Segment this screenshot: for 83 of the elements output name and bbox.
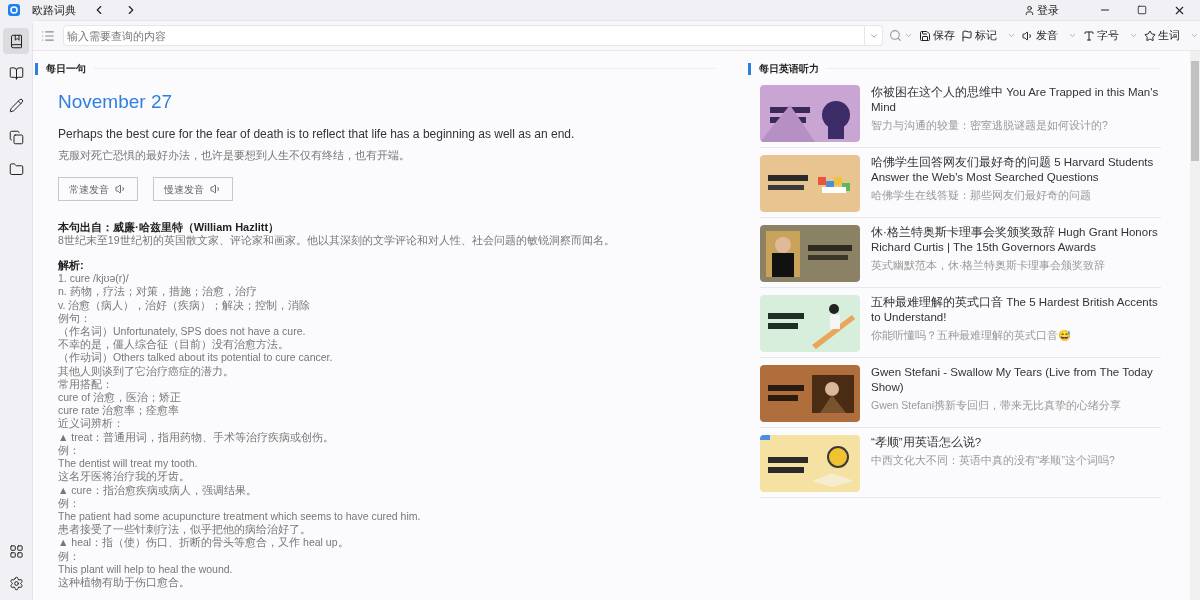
daily-sentence: Perhaps the best cure for the fear of death is to reflect that life has a beginning as well as an end. [58, 125, 576, 143]
analysis-line: n. 药物，疗法；对策，措施；治愈，治疗 [58, 285, 258, 299]
sidebar-item[interactable] [3, 28, 29, 54]
sound-icon [115, 183, 127, 196]
analysis-line: This plant will help to heal the wound. [58, 562, 234, 576]
analysis-line: （作动词）Others talked about its potential to cure cancer. [58, 351, 334, 365]
analysis-line: （作名词）Unfortunately, SPS does not have a cure. [58, 325, 307, 339]
analysis-line: 其他人则谈到了它治疗癌症的潜力。 [58, 364, 235, 378]
listening-item[interactable]: 五种最难理解的英式口音 The 5 Hardest British Accents to Understand! 你能听懂吗？五种最难理解的英式口音😅 [760, 288, 1161, 358]
analysis-line: 例句： [58, 311, 92, 326]
maximize-icon[interactable] [1137, 5, 1147, 15]
book-icon [8, 33, 24, 49]
chevron-icon [1129, 31, 1138, 40]
article-subtitle: 智力与沟通的较量：密室逃脱谜题是如何设计的? [871, 118, 1109, 132]
article-subtitle: 哈佛学生在线答疑：那些网友们最好奇的问题 [871, 188, 1092, 202]
listening-item[interactable]: “孝顺”用英语怎么说? 中西文化大不同：英语中真的没有“孝顺”这个词吗? [760, 428, 1161, 498]
section-title: 每日一句 [46, 62, 86, 76]
star-icon [1144, 29, 1156, 42]
chevron-icon [1190, 31, 1199, 40]
font-size-icon [1083, 29, 1095, 42]
listening-item[interactable]: 哈佛学生回答网友们最好奇的问题 5 Harvard Students Answer the Web's Most Searched Questions 哈佛学生在线答疑：那些网友们最好奇的问题 [760, 148, 1161, 218]
open-book-icon [8, 65, 24, 81]
scrollbar[interactable] [1190, 51, 1200, 600]
toolbar-button[interactable]: 发音 [1022, 27, 1077, 44]
settings-icon [8, 575, 24, 591]
analysis-line: cure rate 治愈率；痊愈率 [58, 404, 181, 418]
analysis-line: 近义词辨析： [58, 417, 125, 431]
analysis-line: ▲ treat：普通用词，指用药物、手术等治疗疾病或创伤。 [58, 430, 336, 444]
analysis-line: cure of 治愈，医治；矫正 [58, 391, 183, 405]
window-title: 欧路词典 [32, 2, 76, 18]
chevron-icon [1007, 31, 1016, 40]
article-title: 哈佛学生回答网友们最好奇的问题 5 Harvard Students Answer the Web's Most Searched Questions [871, 155, 1155, 185]
pencil-icon [8, 97, 24, 113]
listening-item[interactable]: 休·格兰特奥斯卡理事会奖颁奖致辞 Hugh Grant Honors Richard Curtis | The 15th Governors Awards 英式幽默范本，休·格兰特奥斯卡理事会颁奖致辞 [760, 218, 1161, 288]
analysis-line: 患者接受了一些针刺疗法，似乎把他的病给治好了。 [58, 523, 312, 537]
login-button[interactable]: 登录 [1024, 1, 1059, 19]
user-icon [1024, 4, 1035, 16]
grid-icon [8, 543, 24, 559]
toolbar-button[interactable]: 标记 [961, 27, 1016, 44]
article-title: 休·格兰特奥斯卡理事会奖颁奖致辞 Hugh Grant Honors Richard Curtis | The 15th Governors Awards [871, 225, 1159, 255]
analysis-line: The patient had some acupuncture treatment which seems to have cured him. [58, 509, 422, 524]
analysis-line: v. 治愈（病人），治好（疾病）；解决；控制，消除 [58, 298, 312, 312]
article-title: Gwen Stefani - Swallow My Tears (Live from The Today Show) [871, 365, 1154, 395]
speaker-icon [1022, 29, 1034, 42]
sentence-translation: 克服对死亡恐惧的最好办法，也许是要想到人生不仅有终结，也有开端。 [58, 147, 411, 163]
analysis-line: 1. cure /kjʊə(r)/ [58, 272, 130, 286]
toolbar-button[interactable]: 字号 [1083, 27, 1138, 44]
analysis-line: ▲ heal：指（使）伤口、折断的骨头等愈合，又作 heal up。 [58, 536, 350, 550]
article-subtitle: 你能听懂吗？五种最难理解的英式口音😅 [871, 328, 1072, 342]
play-audio-button[interactable]: 常速发音 [58, 177, 138, 202]
analysis-line: ▲ cure：指治愈疾病或病人，强调结果。 [58, 483, 258, 497]
analysis-line: 不幸的是，僵人综合征（目前）没有治愈方法。 [58, 338, 290, 352]
chevron-icon [1068, 31, 1077, 40]
sound-icon [210, 183, 222, 196]
analysis-line: 例： [58, 443, 81, 458]
listening-item[interactable]: 你被困在这个人的思维中 You Are Trapped in this Man's Mind 智力与沟通的较量：密室逃脱谜题是如何设计的? [760, 78, 1161, 148]
listening-item[interactable]: Gwen Stefani - Swallow My Tears (Live from The Today Show) Gwen Stefani携新专回归，带来无比真挚的心绪分享 [760, 358, 1161, 428]
app-logo-icon [8, 4, 20, 16]
toolbar-button[interactable]: 生词 [1144, 27, 1199, 44]
article-title: 五种最难理解的英式口音 The 5 Hardest British Accents to Understand! [871, 295, 1159, 325]
play-audio-button[interactable]: 慢速发音 [153, 177, 233, 202]
analysis-line: 例： [58, 496, 81, 510]
article-subtitle: 英式幽默范本，休·格兰特奥斯卡理事会颁奖致辞 [871, 258, 1107, 272]
analysis-line: 这名牙医将治疗我的牙齿。 [58, 470, 191, 484]
author-bio: 8世纪末至19世纪初的英国散文家、评论家和画家。他以其深刻的文学评论和对人性、社会问题的敏锐洞察而闻名。 [58, 234, 616, 248]
copy-icon [8, 129, 24, 145]
save-icon [919, 29, 931, 42]
article-subtitle: Gwen Stefani携新专回归，带来无比真挚的心绪分享 [871, 398, 1123, 412]
article-subtitle: 中西文化大不同：英语中真的没有“孝顺”这个词吗? [871, 453, 1115, 467]
analysis-line: 例： [58, 549, 81, 563]
toolbar-button[interactable]: 保存 [919, 27, 955, 44]
analysis-line: 这种植物有助于伤口愈合。 [58, 575, 191, 590]
section-title: 每日英语听力 [759, 62, 819, 76]
date-heading: November 27 [58, 90, 174, 114]
article-title: “孝顺”用英语怎么说? [871, 435, 983, 450]
analysis-line: 常用搭配： [58, 377, 114, 392]
analysis-line: The dentist will treat my tooth. [58, 457, 199, 471]
analysis-title: 解析: [58, 259, 85, 273]
flag-icon [961, 29, 973, 42]
search-field[interactable]: 输入需要查询的内容 [63, 25, 865, 46]
source-line: 本句出自：威廉·哈兹里特（William Hazlitt） [58, 220, 281, 235]
folder-icon [8, 161, 24, 177]
article-title: 你被困在这个人的思维中 You Are Trapped in this Man's Mind [871, 85, 1160, 115]
